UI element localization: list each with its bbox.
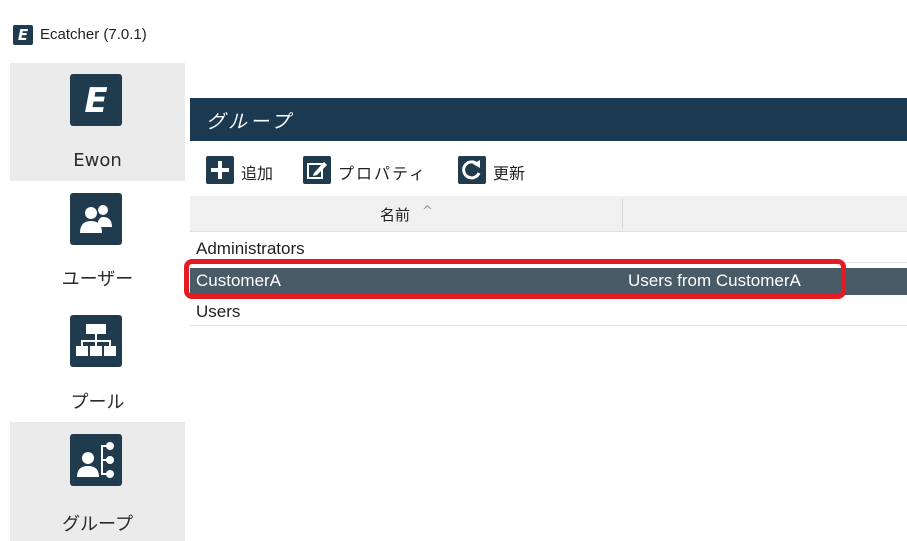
ewon-logo-icon: E: [70, 74, 122, 126]
column-header-name[interactable]: 名前: [380, 204, 410, 225]
refresh-button[interactable]: 更新: [458, 156, 538, 186]
add-button[interactable]: 追加: [206, 156, 278, 186]
section-header: グループ: [190, 98, 907, 141]
table-row[interactable]: Users: [190, 300, 907, 325]
sidebar-item-ewon[interactable]: E Ewon: [10, 63, 185, 181]
app-icon-letter: E: [17, 26, 29, 44]
column-divider[interactable]: [622, 199, 623, 228]
page-title: グループ: [206, 111, 293, 133]
refresh-button-label: 更新: [493, 164, 526, 183]
row-name: CustomerA: [196, 271, 282, 290]
sidebar-item-pools[interactable]: プール: [10, 308, 185, 423]
row-name: Users: [196, 302, 241, 321]
sidebar-item-label: Ewon: [73, 150, 122, 171]
row-name: Administrators: [196, 239, 305, 258]
users-icon: [70, 193, 122, 245]
title-bar: E Ecatcher (7.0.1): [0, 0, 907, 58]
sidebar-item-label: プール: [70, 392, 125, 413]
ecatcher-logo-icon: E: [13, 25, 33, 45]
group-hierarchy-icon: [70, 434, 122, 486]
properties-button-label: プロパティ: [338, 164, 428, 183]
edit-icon: [303, 156, 331, 184]
row-description: Users from CustomerA: [628, 271, 801, 290]
properties-button[interactable]: プロパティ: [303, 156, 443, 186]
sidebar-item-users[interactable]: ユーザー: [10, 188, 185, 303]
table-header: 名前 ^: [190, 196, 907, 232]
main-panel: グループ 追加 プロパティ 更新 名前 ^ Administrators Cus…: [190, 58, 907, 541]
sidebar-item-label: グループ: [62, 514, 133, 535]
window-title: Ecatcher (7.0.1): [40, 26, 147, 43]
add-button-label: 追加: [241, 164, 274, 183]
toolbar: 追加 プロパティ 更新: [190, 146, 907, 194]
table-row-selected[interactable]: CustomerA Users from CustomerA: [190, 268, 907, 295]
sidebar-item-groups[interactable]: グループ: [10, 422, 185, 541]
row-divider: [190, 325, 907, 326]
sort-ascending-icon: ^: [422, 204, 433, 219]
ewon-logo-glyph: E: [84, 81, 107, 121]
hierarchy-icon: [70, 315, 122, 367]
sidebar: E Ewon ユーザー プール グループ: [0, 58, 190, 541]
refresh-icon: [458, 156, 486, 184]
sidebar-item-label: ユーザー: [61, 269, 134, 290]
row-divider: [190, 262, 907, 263]
table-row[interactable]: Administrators: [190, 237, 907, 262]
plus-icon: [206, 156, 234, 184]
